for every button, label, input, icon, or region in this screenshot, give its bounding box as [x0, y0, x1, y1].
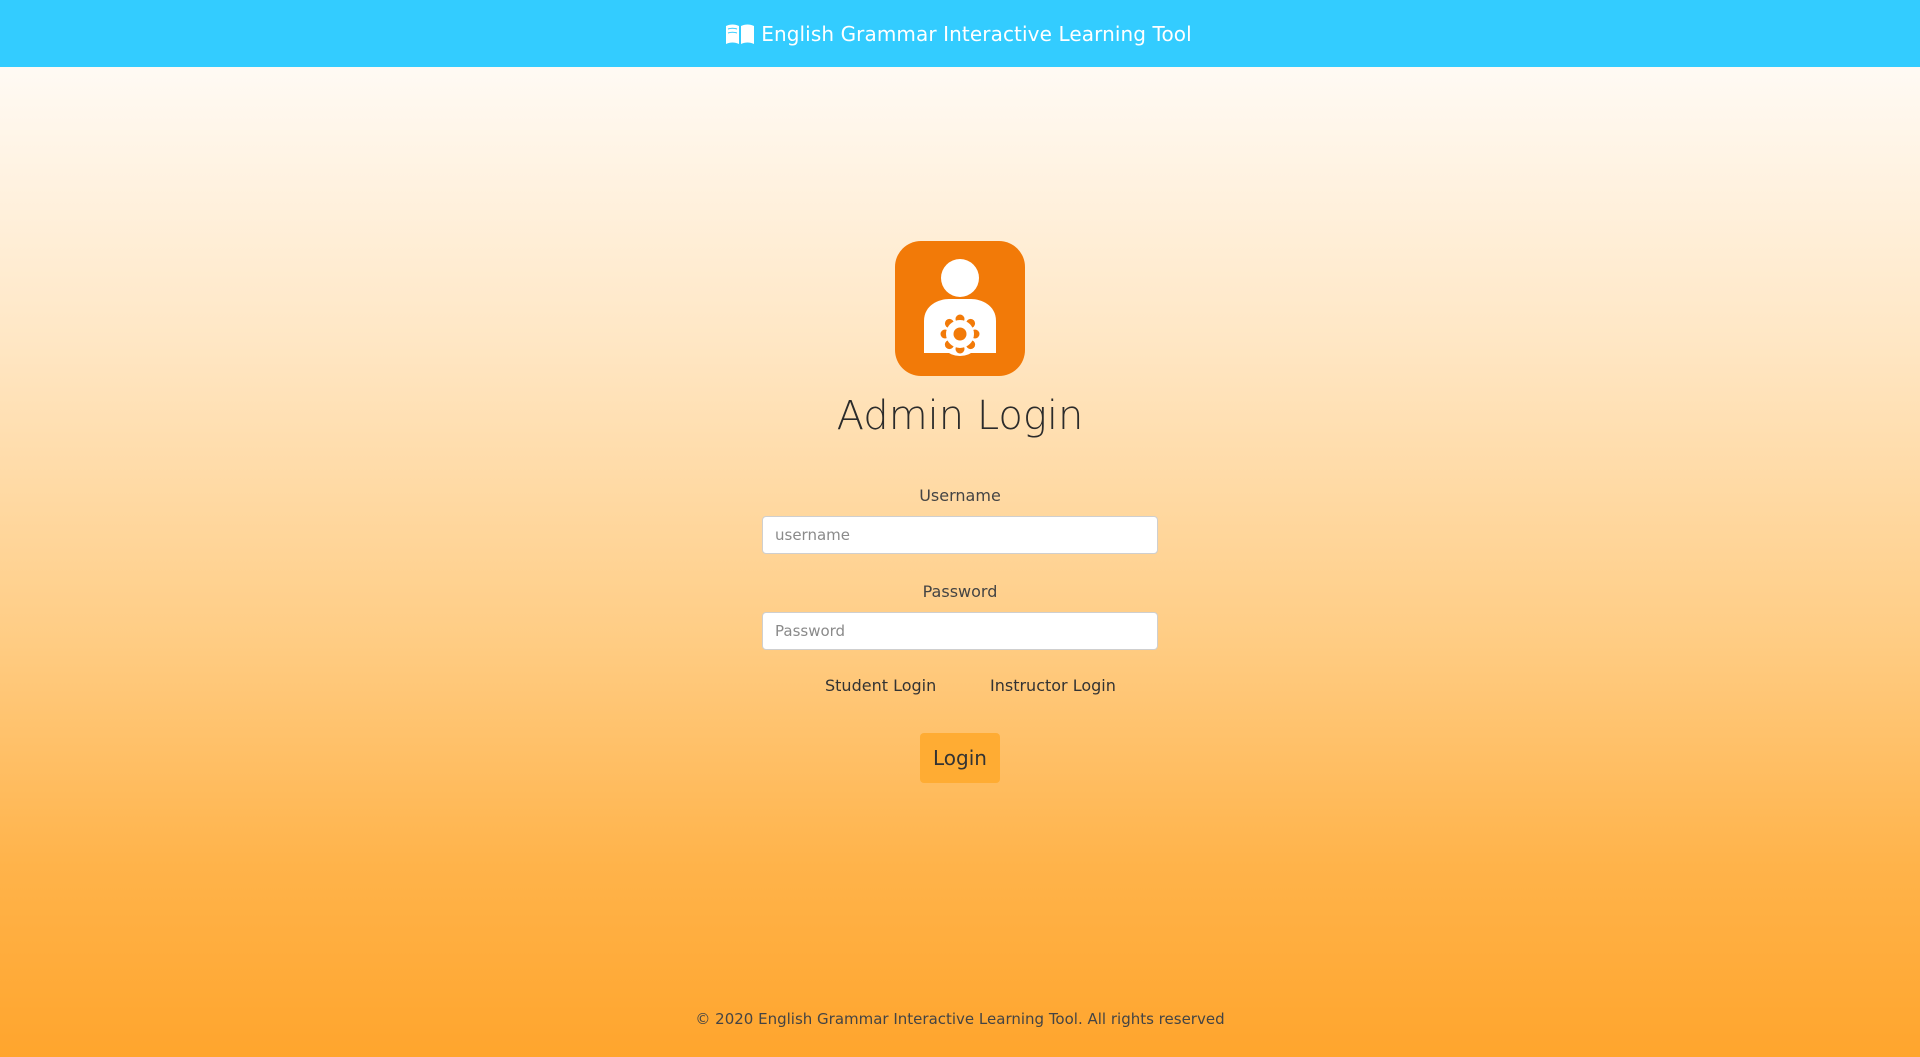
password-label: Password	[922, 582, 998, 601]
page-title: Admin Login	[836, 393, 1084, 439]
student-login-link[interactable]: Student Login	[825, 676, 936, 695]
instructor-login-link[interactable]: Instructor Login	[990, 676, 1116, 695]
username-input[interactable]	[762, 516, 1158, 554]
password-input[interactable]	[762, 612, 1158, 650]
app-title: English Grammar Interactive Learning Too…	[761, 21, 1192, 46]
footer-copyright: © 2020 English Grammar Interactive Learn…	[695, 1010, 1225, 1028]
top-navbar: English Grammar Interactive Learning Too…	[0, 0, 1920, 67]
admin-user-gear-icon	[895, 241, 1025, 376]
brand[interactable]: English Grammar Interactive Learning Too…	[725, 22, 1192, 46]
open-book-icon	[726, 24, 755, 44]
login-button[interactable]: Login	[920, 733, 1000, 783]
username-label: Username	[919, 486, 1001, 505]
